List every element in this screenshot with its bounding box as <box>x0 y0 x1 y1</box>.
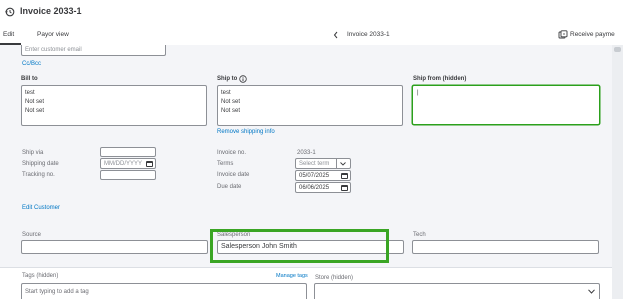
ship-to-line: test <box>221 90 231 96</box>
ship-to-address[interactable]: test Not set Not set <box>217 85 403 126</box>
store-select[interactable] <box>314 283 600 299</box>
calendar-icon[interactable] <box>341 173 348 179</box>
ship-via-input[interactable] <box>100 147 156 157</box>
invoice-header-form: Enter customer email Cc/Bcc Bill to test… <box>0 45 612 267</box>
edit-customer-link[interactable]: Edit Customer <box>22 205 60 211</box>
source-input[interactable] <box>21 240 208 254</box>
bill-to-line: Not set <box>25 99 45 105</box>
tab-edit[interactable]: Edit <box>0 25 23 45</box>
receive-payment-button[interactable]: Receive payme <box>570 31 615 38</box>
customer-email-input[interactable]: Enter customer email <box>21 45 166 56</box>
scrollbar-thumb[interactable] <box>614 47 621 52</box>
tab-payor-view[interactable]: Payor view <box>37 31 69 38</box>
manage-tags-link[interactable]: Manage tags <box>276 273 308 279</box>
tags-input[interactable]: Start typing to add a tag <box>21 283 307 299</box>
tab-edit-label: Edit <box>3 31 15 38</box>
info-icon[interactable] <box>239 75 247 83</box>
calendar-icon[interactable] <box>146 161 153 167</box>
calendar-icon[interactable] <box>341 185 348 191</box>
source-label: Source <box>22 232 42 238</box>
tech-input[interactable] <box>412 240 599 254</box>
bill-to-address[interactable]: test Not set Not set <box>21 85 207 126</box>
tags-section: Tags (hidden) Manage tags Start typing t… <box>0 267 612 300</box>
terms-placeholder: Select term <box>299 161 330 167</box>
shipping-date-label: Shipping date <box>22 161 59 167</box>
shipping-date-input[interactable]: MM/DD/YYYY <box>100 158 156 169</box>
bill-to-line: Not set <box>25 108 45 114</box>
ship-via-label: Ship via <box>22 150 44 156</box>
due-date-value: 06/06/2025 <box>299 185 330 191</box>
store-label: Store (hidden) <box>315 275 354 281</box>
tech-label: Tech <box>413 232 426 238</box>
due-date-label: Due date <box>217 184 242 190</box>
ship-from-address[interactable]: | <box>412 85 600 125</box>
history-icon[interactable] <box>5 7 15 17</box>
invoice-no-value: 2033-1 <box>297 150 316 156</box>
chevron-down-icon[interactable] <box>336 159 349 168</box>
invoice-no-label: Invoice no. <box>217 150 247 156</box>
remove-shipping-info-link[interactable]: Remove shipping info <box>217 129 275 135</box>
tags-label: Tags (hidden) <box>22 273 59 279</box>
shipping-date-placeholder: MM/DD/YYYY <box>104 161 143 167</box>
ship-to-line: Not set <box>221 108 241 114</box>
scrollbar[interactable] <box>612 45 623 299</box>
page-title: Invoice 2033-1 <box>20 6 82 16</box>
top-bar: Invoice 2033-1 <box>0 0 623 25</box>
nav-current-invoice: Invoice 2033-1 <box>347 31 390 38</box>
terms-label: Terms <box>217 161 234 167</box>
ship-from-label: Ship from (hidden) <box>413 76 467 82</box>
tab-bar: Edit Payor view Invoice 2033-1 Receive p… <box>0 25 623 46</box>
invoice-date-label: Invoice date <box>217 172 250 178</box>
bill-to-label: Bill to <box>21 76 38 82</box>
cc-bcc-link[interactable]: Cc/Bcc <box>22 61 41 67</box>
tracking-no-input[interactable] <box>100 170 156 180</box>
highlight-box <box>210 229 389 263</box>
terms-select[interactable]: Select term <box>295 158 351 169</box>
invoice-date-input[interactable]: 05/07/2025 <box>295 170 351 181</box>
tracking-no-label: Tracking no. <box>22 172 55 178</box>
receive-payment-icon[interactable] <box>558 30 568 40</box>
ship-to-label: Ship to <box>217 76 238 82</box>
bill-to-line: test <box>25 90 35 96</box>
chevron-left-icon[interactable] <box>333 31 339 39</box>
chevron-down-icon[interactable] <box>584 284 598 299</box>
invoice-date-value: 05/07/2025 <box>299 173 330 179</box>
due-date-input[interactable]: 06/06/2025 <box>295 182 351 193</box>
ship-to-line: Not set <box>221 99 241 105</box>
